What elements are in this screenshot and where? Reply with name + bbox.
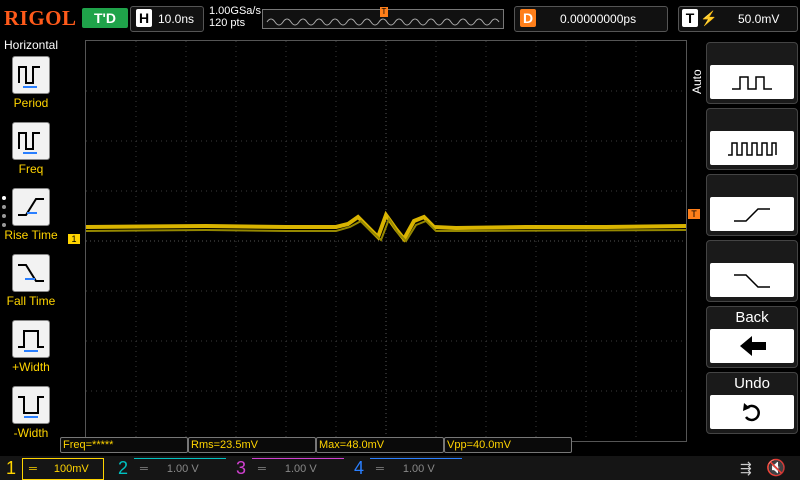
trigger-level-value: 50.0mV	[738, 12, 780, 26]
menu-item-fall-time[interactable]: Fall Time	[2, 254, 60, 316]
fall-time-icon	[12, 254, 50, 292]
channel1-number[interactable]: 1	[6, 456, 16, 480]
channel2-scale: 1.00 V	[166, 463, 199, 475]
channel2-number[interactable]: 2	[118, 456, 128, 480]
run-status-badge[interactable]: T'D	[82, 8, 128, 28]
trigger-letter: T	[682, 9, 698, 27]
menu-item-rise-time[interactable]: Rise Time	[2, 188, 60, 250]
menu-item-label: Period	[13, 96, 49, 110]
channel1-scale: 100mV	[53, 463, 89, 475]
channel1-scale-box[interactable]: ═ 100mV	[22, 458, 104, 480]
waveform-grid	[85, 41, 687, 441]
channel1-offset-marker[interactable]: 1	[68, 234, 80, 244]
auto-label: Auto	[690, 69, 704, 94]
channel3-scale: 1.00 V	[284, 463, 317, 475]
square-wave-icon	[710, 65, 794, 99]
left-menu-title: Horizontal	[3, 38, 59, 52]
menu-item-period[interactable]: Period	[2, 56, 60, 118]
channel4-number[interactable]: 4	[354, 456, 364, 480]
menu-item-label: +Width	[12, 360, 50, 374]
measurement-vpp[interactable]: Vpp=40.0mV	[444, 437, 572, 453]
sample-rate: 1.00GSa/s	[209, 5, 261, 17]
channel2-scale-box[interactable]: ═ 1.00 V	[134, 458, 226, 479]
back-arrow-icon	[710, 329, 794, 363]
channel4-scale: 1.00 V	[402, 463, 435, 475]
measurement-freq[interactable]: Freq=*****	[60, 437, 188, 453]
coupling-icon: ═	[29, 463, 37, 475]
channel3-number[interactable]: 3	[236, 456, 246, 480]
back-label: Back	[735, 309, 769, 326]
falling-edge-icon	[710, 263, 794, 297]
rising-edge-icon	[710, 197, 794, 231]
period-icon	[12, 56, 50, 94]
trigger-position-marker[interactable]: T	[380, 7, 388, 17]
softkey-period[interactable]	[706, 42, 798, 104]
speaker-muted-icon[interactable]: 🔇	[766, 458, 786, 478]
memory-points: 120 pts	[209, 17, 246, 29]
softkey-fall-time[interactable]	[706, 240, 798, 302]
usb-icon: ⇶	[740, 460, 752, 476]
sample-info: 1.00GSa/s 120 pts	[209, 5, 261, 29]
softkey-freq[interactable]	[706, 108, 798, 170]
menu-item-negative-width[interactable]: -Width	[2, 386, 60, 448]
rising-edge-icon: ⚡	[700, 10, 718, 26]
menu-item-label: Freq	[18, 162, 44, 176]
delay-letter: D	[520, 9, 536, 27]
menu-item-label: -Width	[13, 426, 49, 440]
menu-item-label: Rise Time	[4, 228, 58, 242]
undo-icon	[710, 395, 794, 429]
undo-button[interactable]: Undo	[706, 372, 798, 434]
back-button[interactable]: Back	[706, 306, 798, 368]
timebase-letter: H	[136, 9, 152, 27]
rise-time-icon	[12, 188, 50, 226]
pulse-train-icon	[710, 131, 794, 165]
coupling-icon: ═	[376, 463, 384, 475]
waveform-display[interactable]	[85, 40, 687, 442]
undo-label: Undo	[734, 375, 770, 392]
coupling-icon: ═	[140, 463, 148, 475]
coupling-icon: ═	[258, 463, 266, 475]
menu-item-label: Fall Time	[6, 294, 56, 308]
menu-item-positive-width[interactable]: +Width	[2, 320, 60, 382]
channel4-scale-box[interactable]: ═ 1.00 V	[370, 458, 462, 479]
timebase-value: 10.0ns	[158, 12, 195, 26]
negative-width-icon	[12, 386, 50, 424]
measurement-rms[interactable]: Rms=23.5mV	[188, 437, 316, 453]
menu-item-freq[interactable]: Freq	[2, 122, 60, 184]
freq-icon	[12, 122, 50, 160]
softkey-rise-time[interactable]	[706, 174, 798, 236]
brand-logo: RIGOL	[4, 6, 77, 30]
delay-value: 0.00000000ps	[560, 12, 637, 26]
positive-width-icon	[12, 320, 50, 358]
channel3-scale-box[interactable]: ═ 1.00 V	[252, 458, 344, 479]
measurement-max[interactable]: Max=48.0mV	[316, 437, 444, 453]
